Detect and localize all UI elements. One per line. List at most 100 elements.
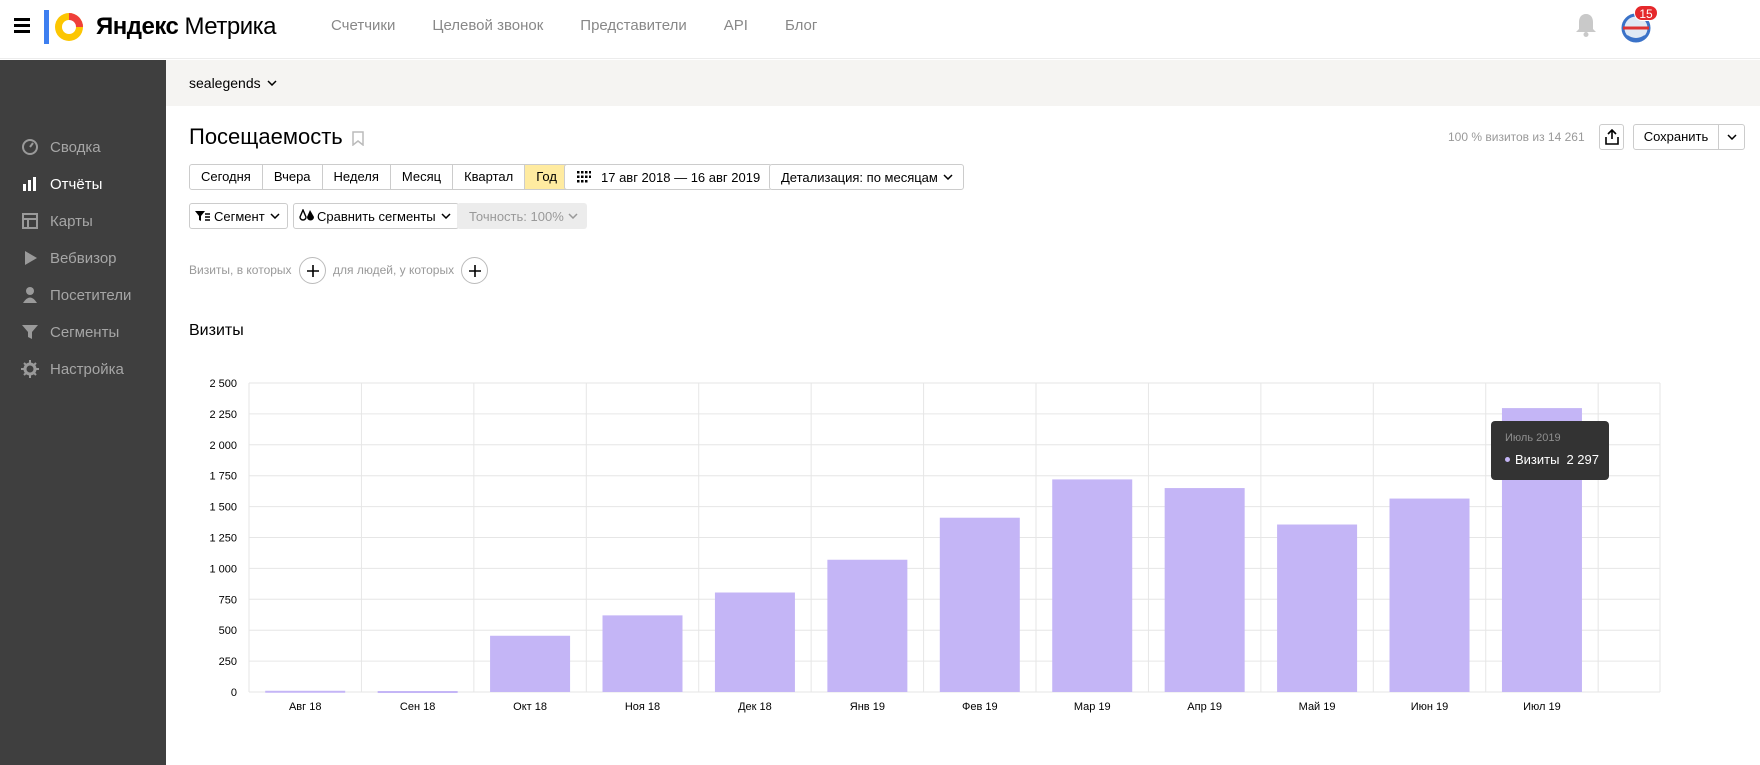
bell-icon[interactable]: [1575, 12, 1597, 38]
accuracy-label: Точность: 100%: [469, 208, 564, 224]
counter-name: sealegends: [189, 75, 261, 91]
accuracy-selector[interactable]: Точность: 100%: [457, 203, 587, 229]
y-tick-label: 500: [219, 625, 237, 637]
y-tick-label: 750: [219, 594, 237, 606]
date-range-picker[interactable]: 17 авг 2018 — 16 авг 2019: [564, 164, 773, 190]
filter-visits-label: Визиты, в которых: [189, 263, 292, 277]
export-button[interactable]: [1599, 124, 1624, 150]
menu-icon[interactable]: [14, 18, 30, 34]
bar: [1052, 479, 1133, 692]
add-people-filter-button[interactable]: [461, 257, 488, 284]
sidebar-item-label: Карты: [50, 212, 93, 230]
x-tick-label: Мар 19: [1074, 701, 1111, 713]
filter-people-label: для людей, у которых: [333, 263, 455, 277]
sidebar-item-label: Отчёты: [50, 175, 103, 193]
nav-blog[interactable]: Блог: [785, 17, 817, 34]
y-tick-label: 1 000: [209, 563, 237, 575]
tooltip-series-dot: [1505, 457, 1510, 462]
compare-label: Сравнить сегменты: [317, 208, 436, 224]
period-quarter[interactable]: Квартал: [453, 165, 526, 189]
save-button[interactable]: Сохранить: [1633, 124, 1745, 150]
period-year[interactable]: Год: [525, 165, 568, 189]
bar: [490, 635, 571, 692]
sidebar-item-label: Настройка: [50, 360, 124, 378]
sidebar-item-label: Сегменты: [50, 323, 120, 341]
segment-label: Сегмент: [214, 208, 265, 224]
page-title: Посещаемость: [189, 124, 343, 149]
y-tick-label: 1 250: [209, 533, 237, 545]
tooltip-value: 2 297: [1566, 452, 1599, 467]
chart-tooltip: Июль 2019 Визиты 2 297: [1491, 421, 1609, 480]
chevron-down-icon: [943, 174, 953, 180]
period-month[interactable]: Месяц: [391, 165, 454, 189]
bookmark-icon[interactable]: [352, 131, 364, 146]
bar: [602, 615, 683, 692]
yandex-metrica-logo[interactable]: Яндекс Метрика: [44, 10, 276, 44]
bar: [714, 592, 795, 692]
plus-icon: [306, 264, 319, 277]
sidebar-item-maps[interactable]: Карты: [0, 203, 166, 239]
x-tick-label: Ноя 18: [625, 701, 660, 713]
metrica-logo-icon: [44, 10, 83, 44]
add-visit-filter-button[interactable]: [299, 257, 326, 284]
sidebar-item-webvisor[interactable]: Вебвизор: [0, 240, 166, 276]
bar: [265, 690, 346, 693]
x-tick-label: Сен 18: [400, 701, 435, 713]
sidebar-item-segments[interactable]: Сегменты: [0, 314, 166, 350]
segment-filter-icon: [195, 211, 210, 221]
top-bar: Яндекс Метрика Счетчики Целевой звонок П…: [0, 0, 1760, 59]
filter-icon: [21, 323, 39, 341]
sidebar-item-reports[interactable]: Отчёты: [0, 166, 166, 202]
chart-title: Визиты: [189, 322, 244, 339]
chevron-down-icon: [270, 213, 280, 219]
nav-api[interactable]: API: [724, 17, 748, 34]
sidebar-item-label: Вебвизор: [50, 249, 117, 267]
save-dropdown[interactable]: [1719, 125, 1744, 149]
map-icon: [21, 212, 39, 230]
x-tick-label: Июл 19: [1523, 701, 1561, 713]
user-icon: [21, 286, 39, 304]
sidebar-item-summary[interactable]: Сводка: [0, 129, 166, 165]
nav-counters[interactable]: Счетчики: [331, 17, 395, 34]
compare-segments-button[interactable]: Сравнить сегменты: [293, 203, 459, 229]
share-icon: [1604, 129, 1619, 145]
sidebar-item-settings[interactable]: Настройка: [0, 351, 166, 387]
chevron-down-icon: [441, 213, 451, 219]
tooltip-series-name: Визиты: [1515, 452, 1560, 467]
plus-icon: [468, 264, 481, 277]
x-tick-label: Янв 19: [850, 701, 885, 713]
nav-target-call[interactable]: Целевой звонок: [432, 17, 543, 34]
sidebar: Сводка Отчёты Карты Вебвизор Посетители …: [0, 60, 166, 765]
gauge-icon: [21, 138, 39, 156]
x-tick-label: Фев 19: [962, 701, 998, 713]
period-selector: Сегодня Вчера Неделя Месяц Квартал Год: [189, 164, 569, 190]
detail-label: Детализация: по месяцам: [781, 169, 938, 185]
bar: [377, 691, 458, 694]
y-tick-label: 2 500: [209, 378, 237, 390]
logo-product-text: Метрика: [184, 13, 277, 40]
sidebar-item-label: Посетители: [50, 286, 132, 304]
x-tick-label: Авг 18: [289, 701, 321, 713]
counter-strip: sealegends: [166, 60, 1760, 106]
chevron-down-icon: [267, 80, 277, 86]
play-icon: [21, 249, 39, 267]
bar: [1389, 498, 1470, 692]
bar-chart-icon: [21, 175, 39, 193]
counter-selector[interactable]: sealegends: [189, 75, 277, 91]
y-tick-label: 0: [231, 687, 237, 699]
y-tick-label: 1 750: [209, 471, 237, 483]
calendar-icon: [577, 171, 591, 183]
gear-icon: [21, 360, 39, 378]
nav-representatives[interactable]: Представители: [580, 17, 686, 34]
period-week[interactable]: Неделя: [323, 165, 391, 189]
segment-button[interactable]: Сегмент: [189, 203, 288, 229]
period-yesterday[interactable]: Вчера: [263, 165, 323, 189]
bar: [1277, 524, 1358, 692]
detail-selector[interactable]: Детализация: по месяцам: [769, 164, 964, 190]
top-nav: Счетчики Целевой звонок Представители AP…: [331, 17, 854, 34]
save-button-label: Сохранить: [1634, 125, 1719, 149]
period-today[interactable]: Сегодня: [190, 165, 263, 189]
sidebar-item-label: Сводка: [50, 138, 101, 156]
compare-icon: [299, 209, 314, 221]
sidebar-item-visitors[interactable]: Посетители: [0, 277, 166, 313]
